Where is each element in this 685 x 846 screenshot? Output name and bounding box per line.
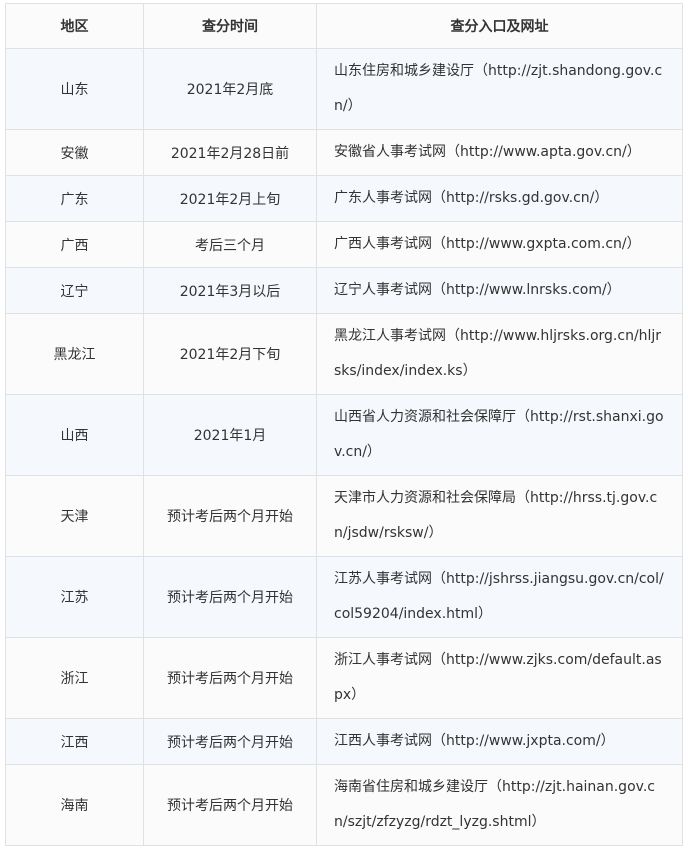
portal-cell[interactable]: 黑龙江人事考试网（http://www.hljrsks.org.cn/hljrs… xyxy=(316,313,683,395)
table-row: 浙江 预计考后两个月开始 浙江人事考试网（http://www.zjks.com… xyxy=(5,637,683,719)
region-cell: 广东 xyxy=(5,175,144,222)
time-cell: 2021年2月28日前 xyxy=(143,129,317,176)
portal-cell[interactable]: 江苏人事考试网（http://jshrss.jiangsu.gov.cn/col… xyxy=(316,556,683,638)
time-cell: 预计考后两个月开始 xyxy=(143,637,317,719)
portal-cell[interactable]: 天津市人力资源和社会保障局（http://hrss.tj.gov.cn/jsdw… xyxy=(316,475,683,557)
region-cell: 江苏 xyxy=(5,556,144,638)
region-cell: 浙江 xyxy=(5,637,144,719)
region-cell: 辽宁 xyxy=(5,267,144,314)
portal-cell[interactable]: 山东住房和城乡建设厅（http://zjt.shandong.gov.cn/） xyxy=(316,48,683,130)
score-query-table-container: 地区 查分时间 查分入口及网址 山东 2021年2月底 山东住房和城乡建设厅（h… xyxy=(5,3,683,846)
table-row: 广东 2021年2月上旬 广东人事考试网（http://rsks.gd.gov.… xyxy=(5,175,683,222)
region-cell: 江西 xyxy=(5,718,144,765)
time-cell: 预计考后两个月开始 xyxy=(143,556,317,638)
table-row: 山西 2021年1月 山西省人力资源和社会保障厅（http://rst.shan… xyxy=(5,394,683,476)
region-cell: 广西 xyxy=(5,221,144,268)
portal-cell[interactable]: 浙江人事考试网（http://www.zjks.com/default.aspx… xyxy=(316,637,683,719)
region-cell: 天津 xyxy=(5,475,144,557)
time-cell: 考后三个月 xyxy=(143,221,317,268)
time-cell: 预计考后两个月开始 xyxy=(143,718,317,765)
portal-cell[interactable]: 广东人事考试网（http://rsks.gd.gov.cn/） xyxy=(316,175,683,222)
time-cell: 2021年2月底 xyxy=(143,48,317,130)
region-cell: 安徽 xyxy=(5,129,144,176)
portal-cell[interactable]: 辽宁人事考试网（http://www.lnrsks.com/） xyxy=(316,267,683,314)
time-cell: 预计考后两个月开始 xyxy=(143,764,317,846)
table-row: 山东 2021年2月底 山东住房和城乡建设厅（http://zjt.shando… xyxy=(5,48,683,130)
portal-cell[interactable]: 海南省住房和城乡建设厅（http://zjt.hainan.gov.cn/szj… xyxy=(316,764,683,846)
time-cell: 2021年3月以后 xyxy=(143,267,317,314)
score-query-table: 地区 查分时间 查分入口及网址 山东 2021年2月底 山东住房和城乡建设厅（h… xyxy=(5,3,683,846)
table-row: 江西 预计考后两个月开始 江西人事考试网（http://www.jxpta.co… xyxy=(5,718,683,765)
region-cell: 黑龙江 xyxy=(5,313,144,395)
table-row: 广西 考后三个月 广西人事考试网（http://www.gxpta.com.cn… xyxy=(5,221,683,268)
time-cell: 预计考后两个月开始 xyxy=(143,475,317,557)
header-query-time: 查分时间 xyxy=(143,3,317,49)
table-row: 安徽 2021年2月28日前 安徽省人事考试网（http://www.apta.… xyxy=(5,129,683,176)
region-cell: 山西 xyxy=(5,394,144,476)
header-portal-url: 查分入口及网址 xyxy=(316,3,683,49)
table-row: 江苏 预计考后两个月开始 江苏人事考试网（http://jshrss.jiang… xyxy=(5,556,683,638)
portal-cell[interactable]: 山西省人力资源和社会保障厅（http://rst.shanxi.gov.cn/） xyxy=(316,394,683,476)
table-row: 辽宁 2021年3月以后 辽宁人事考试网（http://www.lnrsks.c… xyxy=(5,267,683,314)
time-cell: 2021年1月 xyxy=(143,394,317,476)
table-row: 海南 预计考后两个月开始 海南省住房和城乡建设厅（http://zjt.hain… xyxy=(5,764,683,846)
time-cell: 2021年2月下旬 xyxy=(143,313,317,395)
region-cell: 山东 xyxy=(5,48,144,130)
portal-cell[interactable]: 安徽省人事考试网（http://www.apta.gov.cn/） xyxy=(316,129,683,176)
portal-cell[interactable]: 江西人事考试网（http://www.jxpta.com/） xyxy=(316,718,683,765)
table-row: 天津 预计考后两个月开始 天津市人力资源和社会保障局（http://hrss.t… xyxy=(5,475,683,557)
time-cell: 2021年2月上旬 xyxy=(143,175,317,222)
table-row: 黑龙江 2021年2月下旬 黑龙江人事考试网（http://www.hljrsk… xyxy=(5,313,683,395)
header-region: 地区 xyxy=(5,3,144,49)
table-header-row: 地区 查分时间 查分入口及网址 xyxy=(5,3,683,49)
portal-cell[interactable]: 广西人事考试网（http://www.gxpta.com.cn/） xyxy=(316,221,683,268)
region-cell: 海南 xyxy=(5,764,144,846)
